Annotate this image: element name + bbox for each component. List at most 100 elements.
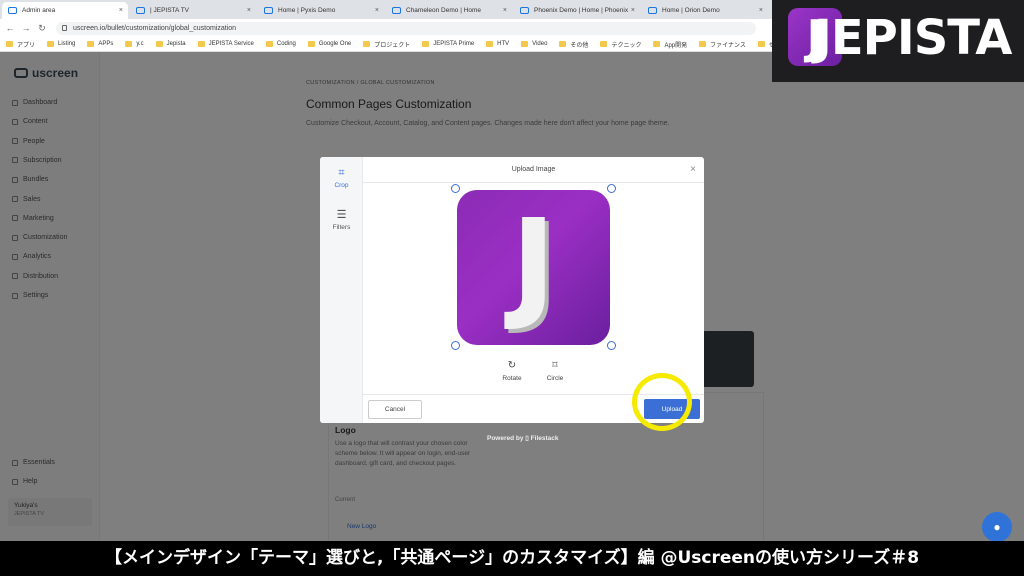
folder-icon	[521, 41, 529, 47]
bookmark-label: アプリ	[17, 42, 36, 49]
tool-crop[interactable]: ⌗ Crop	[320, 167, 363, 189]
browser-tab[interactable]: Chameleon Demo | Home ×	[386, 2, 512, 19]
crop-icon: ⌗	[338, 167, 345, 179]
tab-close-icon[interactable]: ×	[631, 7, 635, 14]
tool-label: Crop	[334, 182, 349, 189]
uploaded-image: J	[457, 190, 610, 345]
tab-label: | JEPISTA TV	[150, 7, 190, 14]
modal-toolbar: ⌗ Crop ☰ Filters	[320, 157, 363, 423]
bookmark-item[interactable]: Listing	[47, 41, 75, 47]
browser-tab[interactable]: Home | Orion Demo ×	[642, 2, 768, 19]
circle-button[interactable]: ⌑ Circle	[540, 360, 570, 382]
folder-icon	[600, 41, 608, 47]
bookmark-item[interactable]: APPs	[87, 41, 113, 47]
tab-label: Chameleon Demo | Home	[406, 7, 482, 14]
url-text: uscreen.io/bullet/customization/global_c…	[73, 24, 237, 32]
bookmark-item[interactable]: HTV	[486, 41, 509, 47]
bookmark-label: App開発	[664, 42, 688, 49]
lock-icon	[62, 25, 67, 31]
tab-close-icon[interactable]: ×	[503, 7, 507, 14]
folder-icon	[653, 41, 661, 47]
tab-favicon-icon	[264, 7, 273, 14]
tab-label: Phoenix Demo | Home | Phoenix	[534, 7, 629, 14]
folder-icon	[197, 41, 205, 47]
tab-close-icon[interactable]: ×	[759, 7, 763, 14]
bookmark-label: テクニック	[611, 42, 642, 49]
back-icon[interactable]: ←	[4, 23, 16, 33]
bookmark-item[interactable]: テクニック	[600, 40, 641, 49]
bookmark-label: y.c	[136, 41, 144, 47]
rotate-button[interactable]: ↻ Rotate	[497, 360, 527, 382]
tab-close-icon[interactable]: ×	[247, 7, 251, 14]
bookmark-item[interactable]: Google One	[307, 41, 352, 47]
bookmark-label: Coding	[276, 41, 296, 47]
crop-handle-top-right[interactable]	[607, 184, 616, 193]
tool-filters[interactable]: ☰ Filters	[320, 209, 363, 231]
tab-label: Home | Pyxis Demo	[278, 7, 336, 14]
crop-handle-bottom-right[interactable]	[607, 341, 616, 350]
tab-close-icon[interactable]: ×	[119, 7, 123, 14]
browser-tab[interactable]: Home | Pyxis Demo ×	[258, 2, 384, 19]
crop-handle-bottom-left[interactable]	[451, 341, 460, 350]
bookmark-label: Jepista	[166, 41, 186, 47]
tab-favicon-icon	[648, 7, 657, 14]
bookmark-item[interactable]: App開発	[653, 40, 687, 49]
bookmark-label: Google One	[318, 41, 352, 47]
folder-icon	[486, 41, 494, 47]
circle-crop-icon: ⌑	[552, 360, 558, 371]
bookmark-label: その他	[570, 42, 589, 49]
crop-area[interactable]: J	[451, 184, 616, 350]
browser-tab[interactable]: Admin area ×	[2, 2, 128, 19]
bookmark-item[interactable]: JEPISTA Prime	[422, 41, 474, 47]
image-letter: J	[511, 195, 556, 334]
folder-icon	[307, 41, 315, 47]
bookmark-label: APPs	[98, 41, 114, 47]
bookmark-label: プロジェクト	[374, 42, 411, 49]
bookmark-label: JEPISTA Prime	[433, 41, 475, 47]
action-label: Rotate	[502, 375, 522, 382]
modal-title: Upload Image	[511, 166, 556, 173]
modal-header: Upload Image ×	[363, 157, 704, 183]
browser-tab[interactable]: | JEPISTA TV ×	[130, 2, 256, 19]
tab-favicon-icon	[8, 7, 17, 14]
bookmark-item[interactable]: y.c	[125, 41, 144, 47]
cancel-button[interactable]: Cancel	[368, 400, 422, 419]
bookmark-item[interactable]: その他	[559, 40, 588, 49]
video-caption: 【メインデザイン「テーマ」選びと,「共通ページ」のカスタマイズ】編 @Uscre…	[0, 541, 1024, 576]
folder-icon	[699, 41, 707, 47]
bookmark-item[interactable]: ファイナンス	[699, 40, 746, 49]
bookmark-item[interactable]: アプリ	[6, 40, 35, 49]
chat-icon[interactable]: ●	[982, 512, 1012, 542]
bookmark-item[interactable]: プロジェクト	[363, 40, 410, 49]
browser-tab[interactable]: Phoenix Demo | Home | Phoenix ×	[514, 2, 640, 19]
folder-icon	[559, 41, 567, 47]
bookmark-item[interactable]: Jepista	[155, 41, 186, 47]
close-icon[interactable]: ×	[690, 157, 696, 183]
folder-icon	[757, 41, 765, 47]
tab-favicon-icon	[136, 7, 145, 14]
brand-overlay: J JEPISTA	[772, 0, 1024, 82]
tab-close-icon[interactable]: ×	[375, 7, 379, 14]
bookmark-item[interactable]: Video	[521, 41, 547, 47]
crop-handle-top-left[interactable]	[451, 184, 460, 193]
url-field[interactable]: uscreen.io/bullet/customization/global_c…	[56, 21, 756, 35]
folder-icon	[47, 41, 55, 47]
folder-icon	[125, 41, 133, 47]
bookmark-item[interactable]: Coding	[265, 41, 296, 47]
folder-icon	[155, 41, 163, 47]
rotate-icon: ↻	[507, 360, 517, 371]
tab-favicon-icon	[392, 7, 401, 14]
bookmark-label: ファイナンス	[710, 42, 746, 49]
tool-label: Filters	[332, 224, 351, 231]
bookmark-label: JEPISTA Service	[208, 41, 254, 47]
folder-icon	[363, 41, 371, 47]
forward-icon[interactable]: →	[20, 23, 32, 33]
folder-icon	[87, 41, 95, 47]
tab-label: Admin area	[22, 7, 56, 14]
bookmark-label: Video	[532, 41, 548, 47]
folder-icon	[422, 41, 430, 47]
folder-icon	[265, 41, 273, 47]
reload-icon[interactable]: ↻	[36, 23, 48, 34]
bookmark-item[interactable]: JEPISTA Service	[197, 41, 254, 47]
highlight-circle	[632, 373, 692, 431]
